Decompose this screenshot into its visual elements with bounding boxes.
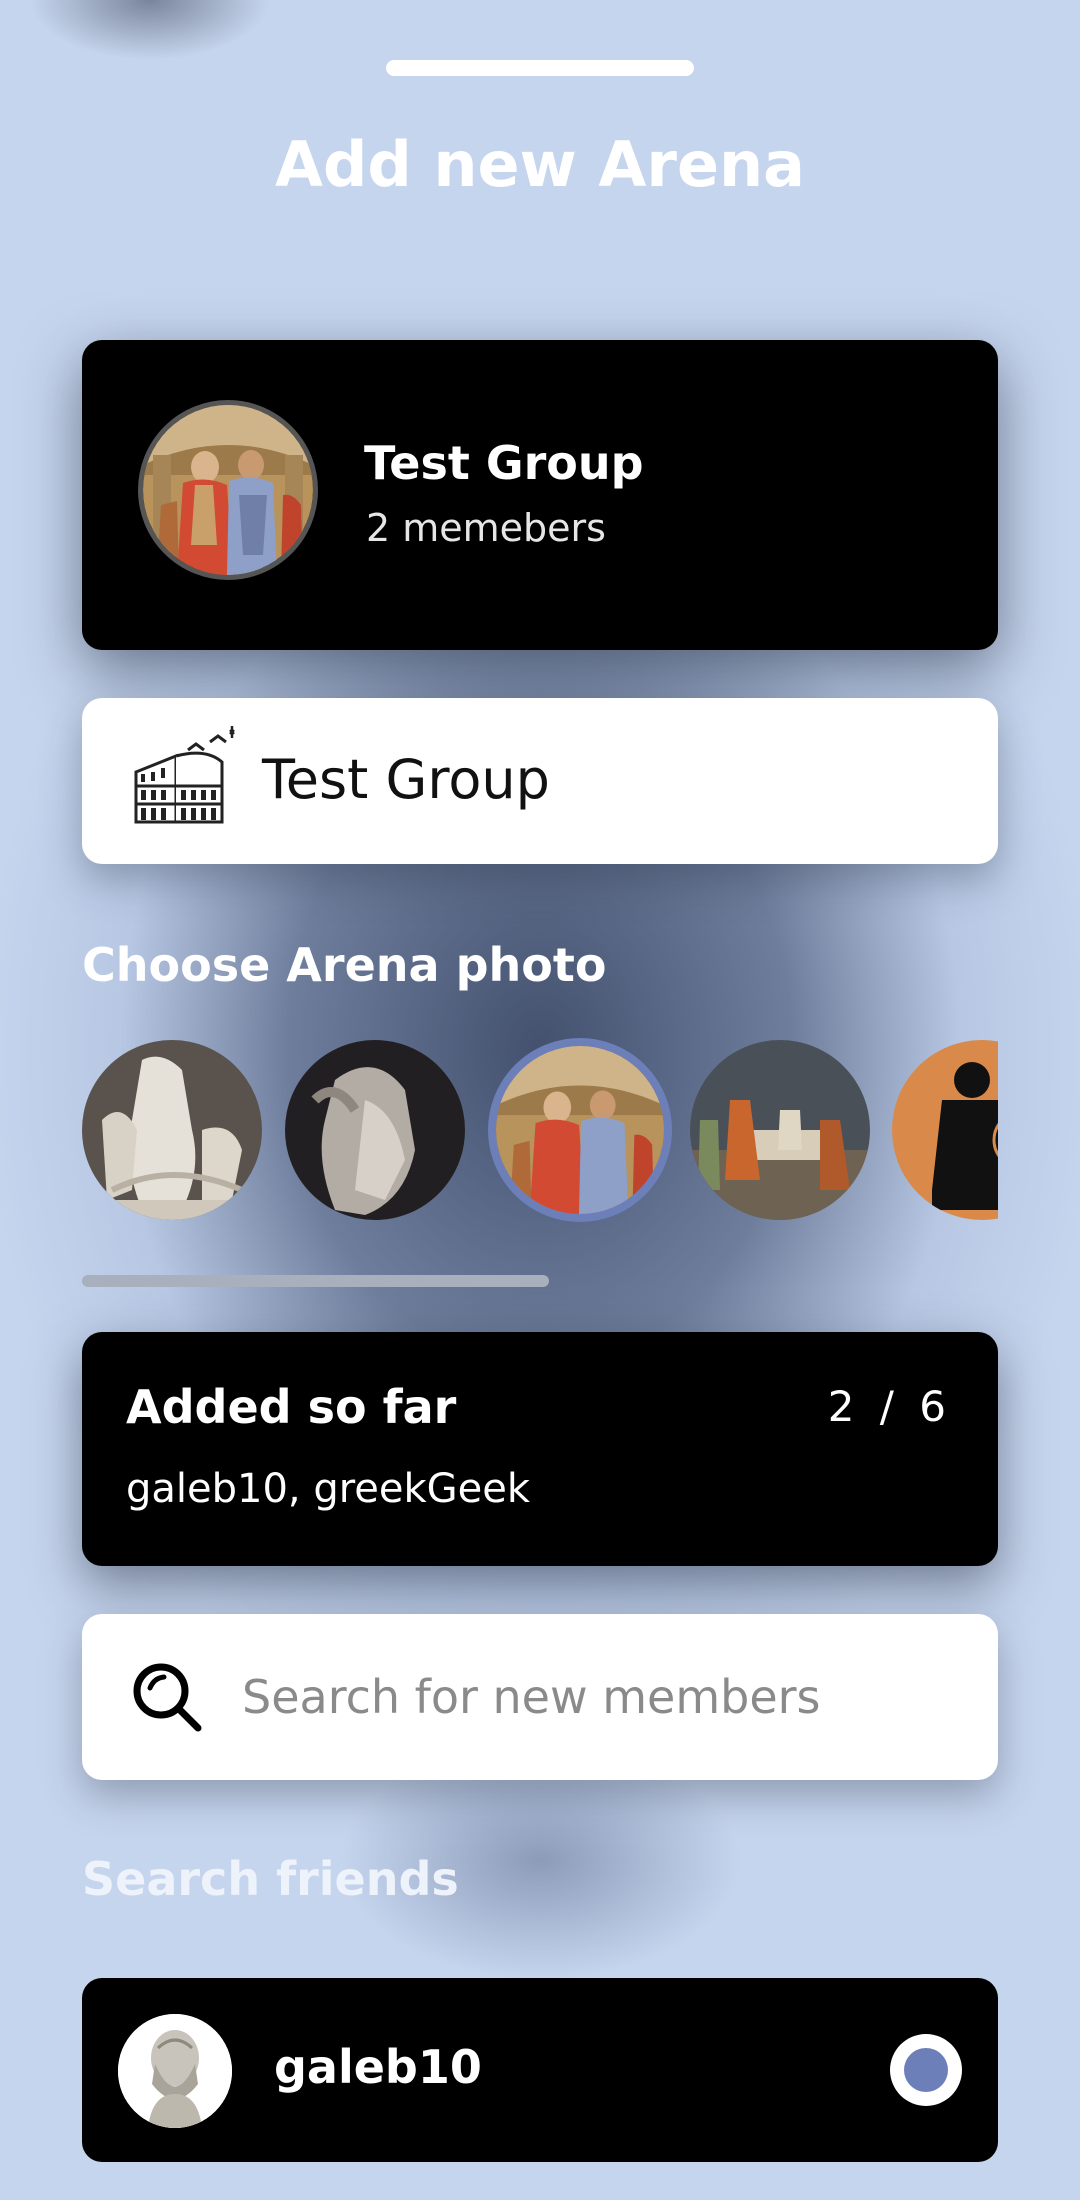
arena-photo-carousel[interactable]	[82, 1038, 998, 1222]
photo-option-greek-pottery[interactable]	[892, 1040, 998, 1220]
member-count-badge: 2 / 6	[827, 1382, 946, 1431]
added-member-names: galeb10, greekGeek	[126, 1466, 531, 1512]
photo-option-proserpina[interactable]	[285, 1040, 465, 1220]
group-member-count: 2 memebers	[366, 506, 606, 550]
colosseum-icon	[126, 722, 244, 840]
carousel-scroll-thumb[interactable]	[82, 1275, 550, 1287]
arena-name-value: Test Group	[262, 748, 550, 811]
page-title: Add new Arena	[275, 128, 805, 201]
search-input[interactable]	[242, 1654, 962, 1740]
radio-selected-dot	[904, 2048, 948, 2092]
friend-avatar	[118, 2014, 232, 2128]
arena-name-field[interactable]: Test Group	[82, 698, 998, 864]
friend-list-item[interactable]: galeb10	[82, 1978, 998, 2162]
member-search-field[interactable]	[82, 1614, 998, 1780]
sheet-drag-handle[interactable]	[386, 60, 694, 76]
search-icon	[128, 1658, 208, 1738]
friend-username: galeb10	[274, 2040, 482, 2094]
added-so-far-heading: Added so far	[126, 1380, 457, 1434]
group-avatar-image	[138, 400, 318, 580]
friend-select-radio[interactable]	[890, 2034, 962, 2106]
added-members-card: Added so far 2 / 6 galeb10, greekGeek	[82, 1332, 998, 1566]
carousel-scrollbar[interactable]	[82, 1275, 998, 1287]
photo-option-laocoon[interactable]	[82, 1040, 262, 1220]
group-preview-card: Test Group 2 memebers	[82, 340, 998, 650]
group-name: Test Group	[364, 436, 644, 490]
photo-option-death-of-socrates[interactable]	[690, 1040, 870, 1220]
search-friends-heading: Search friends	[82, 1852, 459, 1906]
photo-option-school-of-athens[interactable]	[488, 1038, 672, 1222]
choose-photo-heading: Choose Arena photo	[82, 938, 607, 992]
